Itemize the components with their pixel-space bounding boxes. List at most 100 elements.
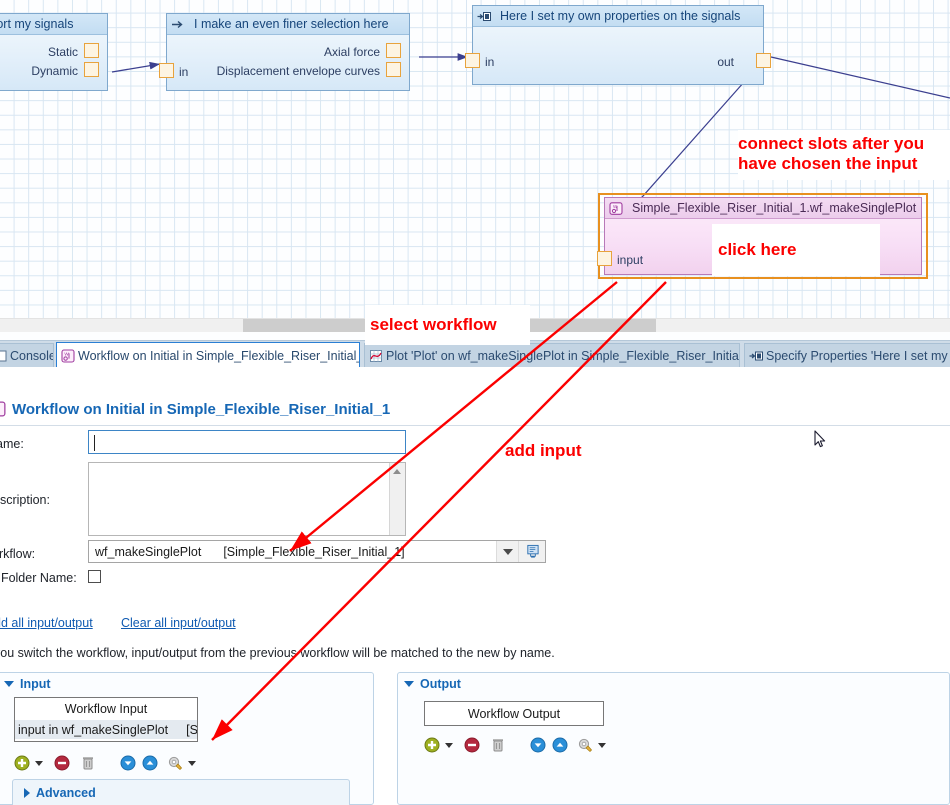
chevron-right-icon[interactable] [24,788,30,798]
node-header: Here I set my own properties on the sign… [473,6,763,27]
add-icon[interactable] [424,737,440,753]
settings-icon[interactable] [577,737,593,753]
move-down-icon[interactable] [530,737,546,753]
slot-port-in[interactable] [159,63,174,78]
input-section-header[interactable]: Input [4,677,51,691]
diagram-node-sort-signals[interactable]: Sort my signals Static Dynamic [0,13,108,91]
chevron-down-icon[interactable] [4,681,14,687]
slot-port-static[interactable] [84,43,99,58]
workflow-select-scope: [Simple_Flexible_Riser_Initial_1] [223,545,404,559]
slot-label-axial-force: Axial force [324,45,380,59]
workflow-switch-hint: you switch the workflow, input/output fr… [0,646,555,660]
node-header: I make an even finer selection here [167,14,409,35]
chevron-down-icon[interactable] [404,681,414,687]
chevron-up-icon[interactable] [393,469,401,474]
slot-label-displacement: Displacement envelope curves [217,64,380,78]
output-list[interactable]: Workflow Output [424,701,604,726]
workflow-select-name: wf_makeSinglePlot [95,545,201,559]
input-toolbar [14,755,196,771]
description-label: escription: [0,493,50,507]
add-dropdown-caret[interactable] [445,743,453,748]
output-list-header: Workflow Output [425,702,603,725]
node-header: Sort my signals [0,14,107,35]
move-up-icon[interactable] [142,755,158,771]
description-input[interactable] [88,462,406,536]
remove-icon[interactable] [464,737,480,753]
add-all-input-output-link[interactable]: dd all input/output [0,616,93,630]
name-label: ame: [0,437,24,451]
text-caret [94,435,95,451]
open-workflow-icon[interactable] [518,541,545,562]
workflow-properties-form: W Workflow on Initial in Simple_Flexible… [0,367,950,805]
settings-dropdown-caret[interactable] [598,743,606,748]
annotation-select-workflow: select workflow [365,305,530,345]
slot-port-in[interactable] [465,53,480,68]
diagram-node-set-properties[interactable]: Here I set my own properties on the sign… [472,5,764,85]
annotation-connect-slots-line1: connect slots after you [738,134,950,154]
slot-port-displacement[interactable] [386,62,401,77]
node-title: Simple_Flexible_Riser_Initial_1.wf_makeS… [632,201,916,215]
settings-dropdown-caret[interactable] [188,761,196,766]
folder-name-checkbox[interactable] [88,570,101,583]
chevron-down-icon[interactable] [496,541,519,562]
slot-label-in: in [179,65,188,79]
remove-icon[interactable] [54,755,70,771]
annotation-add-input: add input [501,439,585,463]
properties-icon [749,349,763,363]
workflow-icon: W [0,401,6,417]
title-divider [0,425,680,426]
clear-all-input-output-link[interactable]: Clear all input/output [121,616,236,630]
node-title: Here I set my own properties on the sign… [500,9,740,23]
slot-label-static: Static [48,45,78,59]
workflow-label: orkflow: [0,547,35,561]
properties-icon [477,10,491,23]
delete-icon[interactable] [490,737,506,753]
description-scrollbar[interactable] [389,463,405,535]
slot-label-input: input [617,253,643,267]
input-list-row-text: input in wf_makeSinglePlot [18,723,168,737]
tab-label: Console [10,349,54,363]
settings-icon[interactable] [167,755,183,771]
workflow-icon: W [61,349,75,363]
slot-label-in: in [485,55,494,69]
workflow-select[interactable]: wf_makeSinglePlot [Simple_Flexible_Riser_… [88,540,546,563]
input-section-title: Input [20,677,51,691]
node-title: I make an even finer selection here [194,17,389,31]
list-item[interactable]: input in wf_makeSinglePlot[Si [15,720,197,739]
annotation-click-here-text: click here [718,240,796,260]
add-dropdown-caret[interactable] [35,761,43,766]
console-icon [0,349,7,363]
move-down-icon[interactable] [120,755,136,771]
tab-console[interactable]: Console [0,343,54,368]
advanced-section-title: Advanced [36,786,96,800]
tab-workflow-on-initial[interactable]: W Workflow on Initial in Simple_Flexible… [56,342,360,368]
annotation-select-workflow-text: select workflow [370,315,497,335]
workflow-diagram-canvas[interactable]: Sort my signals Static Dynamic I make an… [0,0,950,318]
name-input[interactable] [88,430,406,454]
annotation-add-input-text: add input [505,441,581,460]
delete-icon[interactable] [80,755,96,771]
slot-port-axial-force[interactable] [386,43,401,58]
output-toolbar [424,737,606,753]
tab-plot[interactable]: Plot 'Plot' on wf_makeSinglePlot in Simp… [364,343,740,368]
page-title: W Workflow on Initial in Simple_Flexible… [0,397,390,421]
slot-port-dynamic[interactable] [84,62,99,77]
tab-label: Workflow on Initial in Simple_Flexible_R… [78,349,360,363]
mouse-cursor [814,430,826,449]
slot-port-out[interactable] [756,53,771,68]
add-icon[interactable] [14,755,30,771]
input-list[interactable]: Workflow Input input in wf_makeSinglePlo… [14,697,198,742]
slot-port-input[interactable] [597,251,612,266]
move-up-icon[interactable] [552,737,568,753]
arrow-into-box-icon [171,18,185,31]
input-list-header: Workflow Input [15,698,197,720]
workflow-select-value: wf_makeSinglePlot [Simple_Flexible_Riser_… [89,545,405,559]
folder-name-label: t Folder Name: [0,571,77,585]
slot-label-dynamic: Dynamic [31,64,78,78]
diagram-node-finer-selection[interactable]: I make an even finer selection here in A… [166,13,410,91]
output-section-header[interactable]: Output [404,677,461,691]
annotation-click-here: click here [712,224,880,276]
tab-specify-properties[interactable]: Specify Properties 'Here I set my ow [744,343,950,368]
advanced-section-header[interactable]: Advanced [24,786,96,800]
tab-label: Specify Properties 'Here I set my ow [766,349,950,363]
